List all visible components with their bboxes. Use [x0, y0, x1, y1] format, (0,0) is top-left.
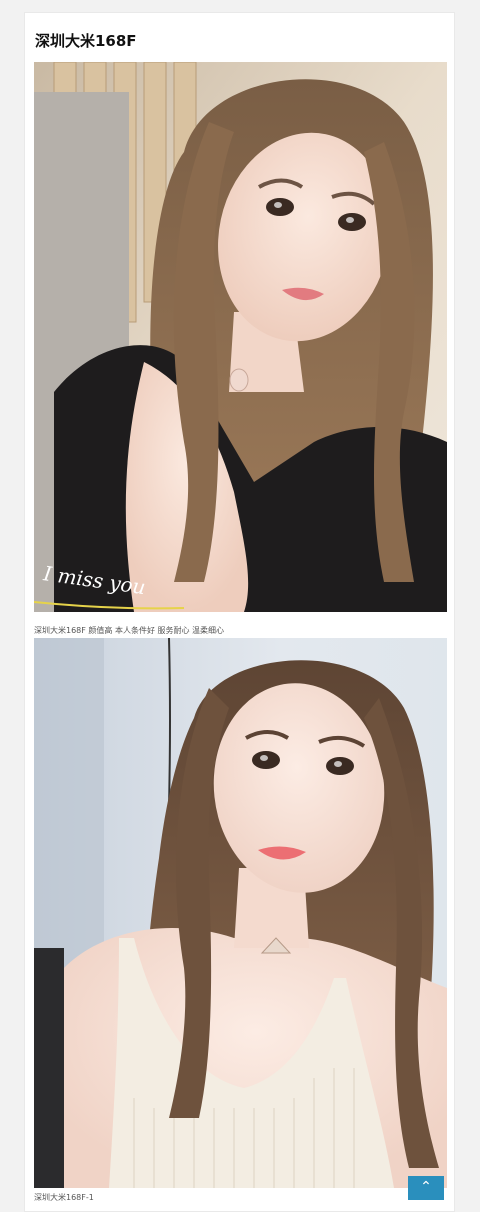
photo-2-caption: 深圳大米168F-1 [34, 1193, 94, 1202]
photo-1-caption: 深圳大米168F 颜值高 本人条件好 服务耐心 温柔细心 [34, 626, 225, 635]
photo-2-image [34, 638, 447, 1188]
post-photo-2[interactable] [34, 638, 447, 1188]
post-photo-1[interactable]: I miss you [34, 62, 447, 612]
post-title: 深圳大米168F [35, 32, 137, 50]
photo-1-image: I miss you [34, 62, 447, 612]
chevron-up-icon: ⌃ [420, 1179, 432, 1195]
back-to-top-button[interactable]: ⌃ [408, 1176, 444, 1200]
post-card: 深圳大米168F I miss you 深圳大米168F 颜值高 本人条件好 服… [24, 12, 455, 1212]
